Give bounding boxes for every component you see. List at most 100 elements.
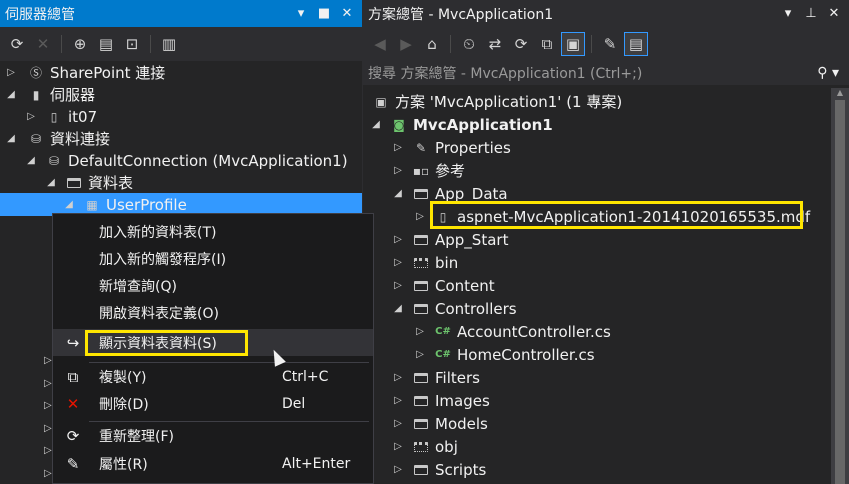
menu-item-refresh[interactable]: ⟳ 重新整理(F) [53, 422, 373, 449]
sharepoint-icon: Ⓢ [29, 66, 42, 80]
hidden-tree-arrows: ▷ ▷ ▷ ▷ ▷ ▷ [44, 355, 52, 479]
close-icon[interactable]: ✕ [827, 6, 841, 21]
menu-item-add-trigger[interactable]: 加入新的觸發程序(I) [53, 245, 373, 272]
collapse-arrow-icon[interactable]: ◢ [62, 199, 76, 210]
collapse-arrow-icon[interactable]: ◢ [4, 133, 18, 144]
collapse-arrow-icon[interactable]: ◢ [24, 155, 38, 166]
menu-item-copy[interactable]: ⧉ 複製(Y) Ctrl+C [53, 363, 373, 390]
solution-explorer-title: 方案總管 - MvcApplication1 [368, 6, 554, 23]
back-icon[interactable]: ◀ [369, 33, 391, 55]
tree-item-bin[interactable]: ▷ bin [363, 251, 849, 274]
server-explorer-titlebar: 伺服器總管 ▾ ■ ✕ [0, 0, 362, 27]
csharp-file-icon: C# [435, 326, 451, 337]
collapse-all-icon[interactable]: ⧉ [536, 33, 558, 55]
tree-item-app-start[interactable]: ▷ App_Start [363, 228, 849, 251]
solution-icon: ▣ [375, 94, 387, 109]
folder-icon [66, 175, 82, 191]
properties-wrench-icon[interactable]: ✎ [599, 33, 621, 55]
menu-item-add-table[interactable]: 加入新的資料表(T) [53, 218, 373, 245]
expand-arrow-icon[interactable]: ▷ [391, 372, 405, 383]
connect-database-icon[interactable]: ⊕ [69, 33, 91, 55]
collapse-arrow-icon[interactable]: ◢ [391, 303, 405, 314]
folder-icon [413, 186, 429, 202]
menu-item-properties[interactable]: ✎ 屬性(R) Alt+Enter [53, 450, 373, 477]
tree-item-data-connections[interactable]: ◢ ⛁ 資料連接 [0, 127, 362, 150]
expand-arrow-icon[interactable]: ▷ [391, 142, 405, 153]
tree-item-controllers[interactable]: ◢ Controllers [363, 297, 849, 320]
scroll-up-icon[interactable]: ▲ [831, 88, 849, 100]
collapse-arrow-icon[interactable]: ◢ [369, 119, 383, 130]
connect-server-icon[interactable]: ▤ [95, 33, 117, 55]
window-dropdown-icon[interactable]: ▾ [294, 6, 308, 21]
menu-item-new-query[interactable]: 新增查詢(Q) [53, 272, 373, 299]
server-explorer-toolbar: ⟳ ✕ ⊕ ▤ ⊡ ▥ [0, 27, 362, 61]
tree-item-images[interactable]: ▷ Images [363, 389, 849, 412]
tree-item-solution[interactable]: ▣ 方案 'MvcApplication1' (1 專案) [363, 90, 849, 113]
properties-icon[interactable]: ▥ [158, 33, 180, 55]
show-data-highlight-box [85, 330, 248, 356]
tree-item-tables[interactable]: ◢ 資料表 [0, 171, 362, 194]
tree-item-it07[interactable]: ▷ ▯ it07 [0, 105, 362, 128]
expand-arrow-icon[interactable]: ▷ [24, 111, 38, 122]
expand-arrow-icon[interactable]: ▷ [391, 464, 405, 475]
maximize-icon[interactable]: ■ [317, 6, 331, 21]
search-icon[interactable]: ⚲ ▾ [817, 65, 839, 81]
wrench-icon: ✎ [415, 140, 427, 155]
expand-arrow-icon[interactable]: ▷ [391, 418, 405, 429]
menu-item-delete[interactable]: ✕ 刪除(D) Del [53, 390, 373, 417]
csharp-file-icon: C# [435, 349, 451, 360]
window-dropdown-icon[interactable]: ▾ [781, 6, 795, 21]
collapse-arrow-icon[interactable]: ◢ [391, 188, 405, 199]
copy-icon: ⧉ [67, 367, 79, 386]
expand-arrow-icon[interactable]: ▷ [391, 165, 405, 176]
expand-arrow-icon[interactable]: ▷ [413, 349, 427, 360]
menu-item-open-table-definition[interactable]: 開啟資料表定義(O) [53, 299, 373, 326]
pin-icon[interactable]: ⊥ [804, 6, 818, 21]
folder-icon [413, 370, 429, 386]
tree-item-scripts[interactable]: ▷ Scripts [363, 458, 849, 481]
expand-arrow-icon[interactable]: ▷ [391, 257, 405, 268]
collapse-arrow-icon[interactable]: ◢ [44, 177, 58, 188]
refresh-icon[interactable]: ⟳ [6, 33, 28, 55]
tree-item-properties[interactable]: ▷ ✎ Properties [363, 136, 849, 159]
expand-arrow-icon[interactable]: ▷ [391, 441, 405, 452]
refresh-icon[interactable]: ⟳ [510, 33, 532, 55]
expand-arrow-icon[interactable]: ▷ [391, 280, 405, 291]
collapse-arrow-icon[interactable]: ◢ [4, 89, 18, 100]
tree-item-default-connection[interactable]: ◢ ⛁ DefaultConnection (MvcApplication1) [0, 149, 362, 172]
folder-icon [413, 232, 429, 248]
vertical-scrollbar[interactable]: ▲ [831, 88, 849, 484]
history-icon[interactable]: ⏲ [458, 33, 480, 55]
tree-item-references[interactable]: ▷ ▪▫ 參考 [363, 159, 849, 182]
preview-icon[interactable]: ▤ [624, 32, 648, 56]
tree-item-filters[interactable]: ▷ Filters [363, 366, 849, 389]
show-all-files-icon[interactable]: ▣ [561, 32, 585, 56]
connect-sharepoint-icon[interactable]: ⊡ [121, 33, 143, 55]
scrollbar-thumb[interactable] [835, 100, 845, 484]
tree-item-servers[interactable]: ◢ ▮ 伺服器 [0, 83, 362, 106]
expand-arrow-icon[interactable]: ▷ [413, 211, 427, 222]
solution-explorer-titlebar: 方案總管 - MvcApplication1 ▾ ⊥ ✕ [363, 0, 849, 27]
folder-icon [413, 416, 429, 432]
wrench-icon: ✎ [66, 454, 80, 473]
tree-item-account-controller[interactable]: ▷ C# AccountController.cs [363, 320, 849, 343]
sync-icon[interactable]: ⇄ [484, 33, 506, 55]
folder-icon [413, 462, 429, 478]
tree-item-sharepoint[interactable]: ▷ Ⓢ SharePoint 連接 [0, 61, 362, 84]
expand-arrow-icon[interactable]: ▷ [391, 395, 405, 406]
data-connections-icon: ⛁ [30, 131, 42, 146]
tree-item-home-controller[interactable]: ▷ C# HomeController.cs [363, 343, 849, 366]
close-icon[interactable]: ✕ [340, 6, 354, 21]
tree-item-project[interactable]: ◢ ◙ MvcApplication1 [363, 113, 849, 136]
expand-arrow-icon[interactable]: ▷ [391, 234, 405, 245]
tree-item-obj[interactable]: ▷ obj [363, 435, 849, 458]
stop-icon[interactable]: ✕ [32, 33, 54, 55]
home-icon[interactable]: ⌂ [421, 33, 443, 55]
folder-icon [413, 393, 429, 409]
tree-item-content[interactable]: ▷ Content [363, 274, 849, 297]
solution-search-input[interactable]: 搜尋 方案總管 - MvcApplication1 (Ctrl+;) ⚲ ▾ [363, 61, 849, 85]
expand-arrow-icon[interactable]: ▷ [413, 326, 427, 337]
forward-icon[interactable]: ▶ [395, 33, 417, 55]
expand-arrow-icon[interactable]: ▷ [4, 67, 18, 78]
tree-item-models[interactable]: ▷ Models [363, 412, 849, 435]
